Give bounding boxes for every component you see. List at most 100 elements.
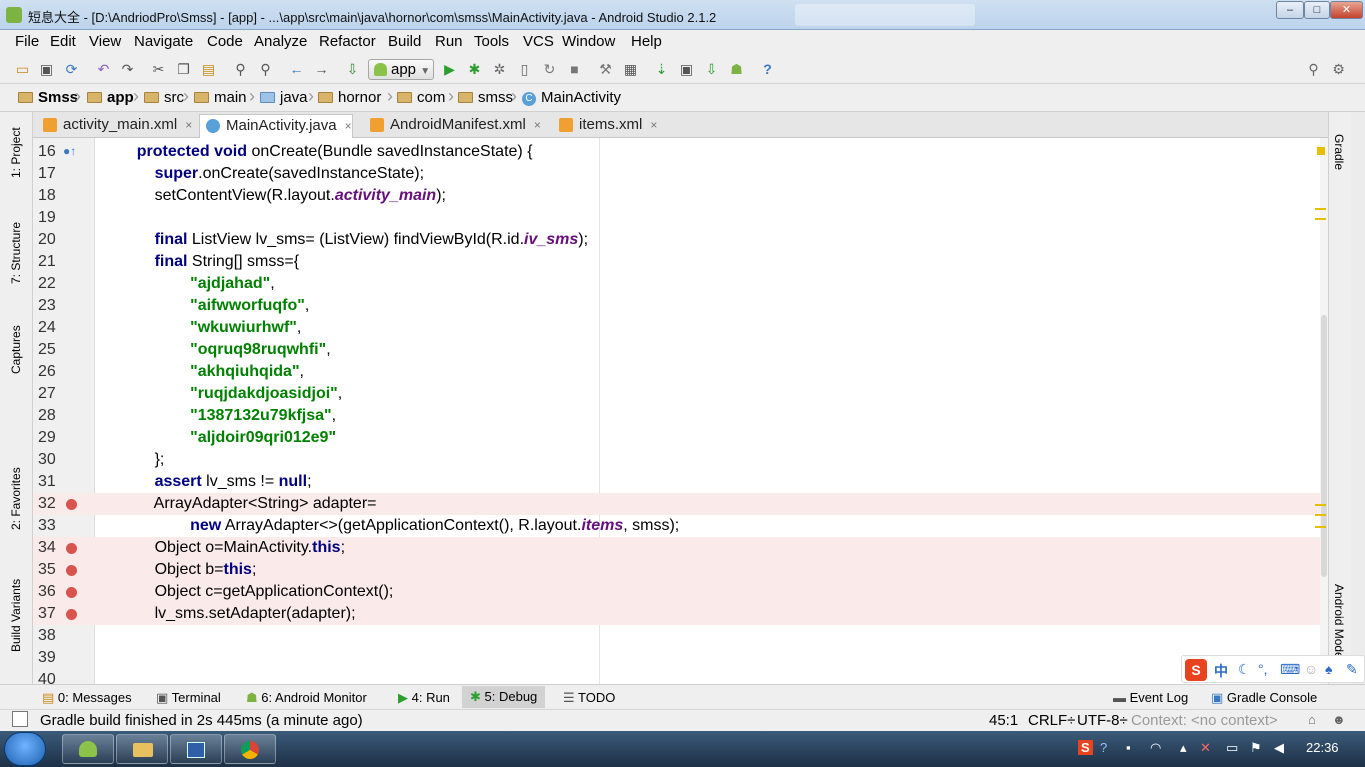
code-text[interactable]: final ListView lv_sms= (ListView) findVi… (119, 231, 589, 249)
minimize-button[interactable]: – (1276, 1, 1304, 19)
open-icon[interactable]: ▭ (14, 61, 31, 78)
scrollbar-thumb[interactable] (1321, 315, 1327, 577)
tool-run[interactable]: ▶ 4: Run (398, 690, 450, 706)
code-line[interactable]: 38 (33, 625, 1328, 647)
breadcrumb-com[interactable]: com (397, 89, 445, 106)
tab-items-xml[interactable]: items.xml × (553, 114, 657, 138)
menu-refactor[interactable]: Refactor (319, 33, 376, 50)
code-text[interactable]: "aifwworfuqfo", (119, 297, 309, 315)
menu-code[interactable]: Code (207, 33, 243, 50)
code-line-breakpoint[interactable]: 36 Object c=getApplicationContext(); (33, 581, 1328, 603)
breadcrumb-app[interactable]: app (87, 89, 134, 106)
find-icon[interactable]: ⚲ (232, 61, 249, 78)
tool-structure[interactable]: 7: Structure (9, 222, 23, 284)
code-text[interactable]: Object c=getApplicationContext(); (119, 583, 394, 601)
sync-icon[interactable]: ⟳ (63, 61, 80, 78)
breadcrumb-smss-package[interactable]: smss (458, 89, 513, 106)
device-icon[interactable]: ⇩ (703, 61, 720, 78)
breadcrumb-hornor[interactable]: hornor (318, 89, 381, 106)
clock[interactable]: 22:36 (1306, 740, 1339, 755)
menu-edit[interactable]: Edit (50, 33, 76, 50)
tab-activity-main-xml[interactable]: activity_main.xml × (37, 114, 192, 138)
tool-captures[interactable]: Captures (9, 325, 23, 374)
close-button[interactable]: ✕ (1330, 1, 1363, 19)
breadcrumb-src[interactable]: src (144, 89, 184, 106)
code-line[interactable]: 18 setContentView(R.layout.activity_main… (33, 185, 1328, 207)
breakpoint-icon[interactable] (66, 609, 77, 620)
code-line-breakpoint[interactable]: 34 Object o=MainActivity.this; (33, 537, 1328, 559)
file-encoding[interactable]: UTF-8÷ (1077, 712, 1128, 729)
sogou-tray-icon[interactable]: S (1078, 740, 1093, 755)
code-text[interactable]: protected void onCreate(Bundle savedInst… (119, 143, 533, 161)
menu-navigate[interactable]: Navigate (134, 33, 193, 50)
chinese-mode-icon[interactable]: 中 (1214, 661, 1228, 681)
code-line[interactable]: 23 "aifwworfuqfo", (33, 295, 1328, 317)
tools-icon[interactable]: ✎ (1346, 661, 1358, 678)
code-editor[interactable]: 16 ●↑ protected void onCreate(Bundle save… (33, 138, 1328, 684)
code-text[interactable]: "ruqjdakdjoasidjoi", (119, 385, 342, 403)
override-icon[interactable]: ●↑ (63, 144, 76, 158)
code-line[interactable]: 29 "aljdoir09qri012e9" (33, 427, 1328, 449)
tool-debug[interactable]: ✱ 5: Debug (462, 686, 546, 708)
tool-messages[interactable]: ▤ 0: Messages (42, 690, 132, 706)
search-icon[interactable]: ⚲ (1305, 61, 1322, 78)
tray-icon[interactable]: ▪ (1126, 740, 1131, 755)
menu-build[interactable]: Build (388, 33, 421, 50)
code-text[interactable]: "1387132u79kfjsa", (119, 407, 336, 425)
line-separator[interactable]: CRLF÷ (1028, 712, 1075, 729)
settings-icon[interactable]: ⚙ (1330, 61, 1347, 78)
tool-gradle-console[interactable]: ▣ Gradle Console (1211, 690, 1317, 706)
menu-vcs[interactable]: VCS (523, 33, 554, 50)
taskbar-explorer[interactable] (116, 734, 168, 764)
user-icon[interactable]: ☺ (1304, 661, 1318, 677)
close-tab-icon[interactable]: × (185, 118, 192, 132)
run-configuration-select[interactable]: app ▼ (368, 59, 434, 80)
code-text[interactable]: lv_sms.setAdapter(adapter); (119, 605, 356, 623)
menu-tools[interactable]: Tools (474, 33, 509, 50)
code-line[interactable]: 39 (33, 647, 1328, 669)
tool-android-model[interactable]: Android Model (1332, 584, 1346, 664)
toggle-tool-windows-icon[interactable] (12, 711, 28, 727)
close-tab-icon[interactable]: × (650, 118, 657, 132)
code-line[interactable]: 28 "1387132u79kfjsa", (33, 405, 1328, 427)
copy-icon[interactable]: ❐ (175, 61, 192, 78)
code-text[interactable]: "akhqiuhqida", (119, 363, 304, 381)
tool-build-variants[interactable]: Build Variants (9, 579, 23, 652)
code-line[interactable]: 19 (33, 207, 1328, 229)
menu-help[interactable]: Help (631, 33, 662, 50)
help-tray-icon[interactable]: ? (1100, 740, 1107, 755)
code-text[interactable]: super.onCreate(savedInstanceState); (119, 165, 424, 183)
avd-icon[interactable]: ▣ (678, 61, 695, 78)
attach-icon[interactable]: ✲ (491, 61, 508, 78)
run-icon[interactable]: ▶ (441, 61, 458, 78)
inspector-icon[interactable]: ☻ (1332, 712, 1346, 727)
warning-marker[interactable] (1315, 526, 1326, 528)
tool-project[interactable]: 1: Project (9, 127, 23, 178)
rerun-icon[interactable]: ↻ (541, 61, 558, 78)
menu-window[interactable]: Window (562, 33, 615, 50)
close-tab-icon[interactable]: × (534, 118, 541, 132)
code-line[interactable]: 22 "ajdjahad", (33, 273, 1328, 295)
code-text[interactable]: ArrayAdapter<String> adapter= (119, 495, 377, 513)
breadcrumb-java[interactable]: java (260, 89, 308, 106)
warning-marker[interactable] (1315, 208, 1326, 210)
punctuation-icon[interactable]: °, (1258, 661, 1268, 677)
monitor-icon[interactable]: ▭ (1226, 740, 1238, 756)
breakpoint-icon[interactable] (66, 499, 77, 510)
breakpoint-icon[interactable] (66, 543, 77, 554)
code-text[interactable]: "ajdjahad", (119, 275, 275, 293)
caret-position[interactable]: 45:1 (989, 712, 1018, 729)
tool-terminal[interactable]: ▣ Terminal (156, 690, 221, 706)
code-line-breakpoint[interactable]: 32 ArrayAdapter<String> adapter= (33, 493, 1328, 515)
code-line[interactable]: 21 final String[] smss={ (33, 251, 1328, 273)
warning-marker[interactable] (1315, 514, 1326, 516)
android-monitor-icon[interactable]: ☗ (728, 61, 745, 78)
stop-icon[interactable]: ■ (566, 61, 583, 78)
warning-marker[interactable] (1315, 218, 1326, 220)
code-line[interactable]: 16 ●↑ protected void onCreate(Bundle save… (33, 141, 1328, 163)
breadcrumb-smss[interactable]: Smss (18, 89, 78, 106)
code-text[interactable]: Object b=this; (119, 561, 257, 579)
analysis-status-icon[interactable] (1317, 147, 1325, 155)
menu-file[interactable]: File (15, 33, 39, 50)
code-text[interactable]: new ArrayAdapter<>(getApplicationContext… (119, 517, 679, 535)
